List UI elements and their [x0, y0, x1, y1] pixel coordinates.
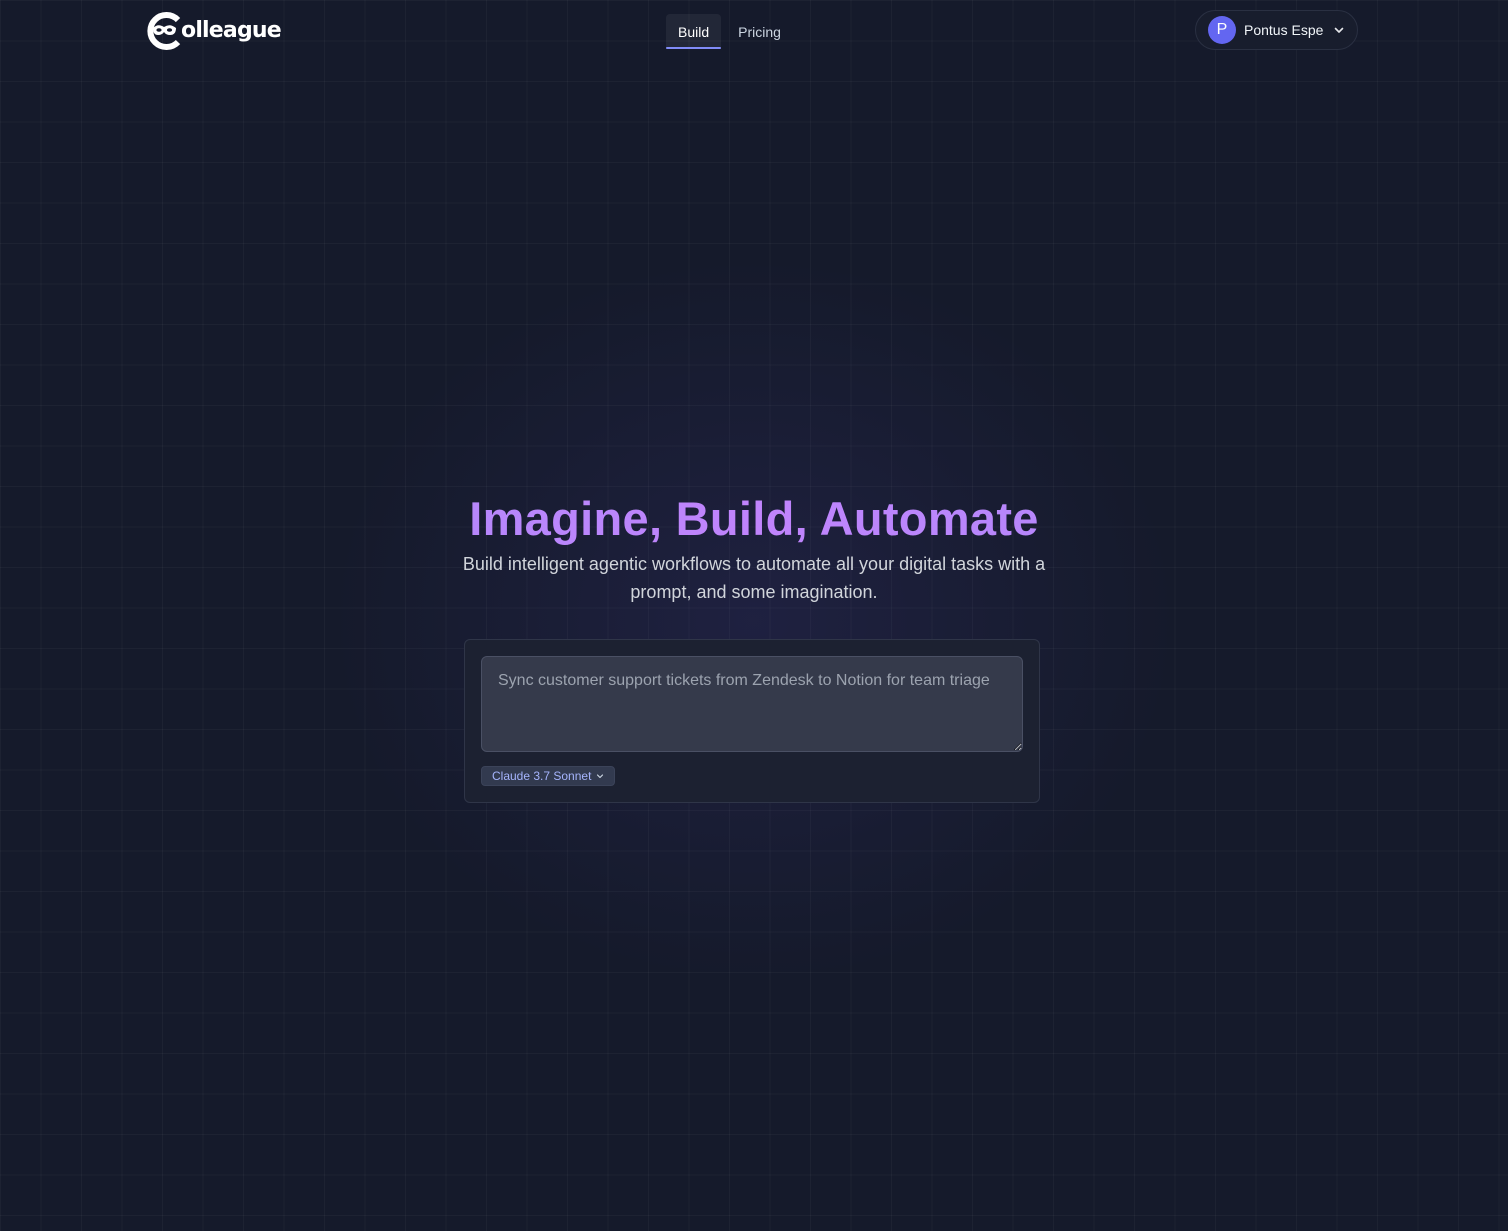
avatar: P — [1208, 16, 1236, 44]
hero-section: Imagine, Build, Automate Build intellige… — [0, 488, 1508, 606]
prompt-card: Claude 3.7 Sonnet — [464, 639, 1040, 803]
model-select-button[interactable]: Claude 3.7 Sonnet — [481, 766, 616, 786]
user-name: Pontus Espe — [1244, 22, 1324, 38]
top-header: olleague Build Pricing P Pontus Espe — [0, 0, 1508, 62]
tab-build[interactable]: Build — [666, 14, 722, 49]
model-select-label: Claude 3.7 Sonnet — [492, 769, 592, 783]
user-menu-button[interactable]: P Pontus Espe — [1195, 10, 1358, 50]
chevron-down-icon — [1335, 27, 1344, 33]
workflow-prompt-input[interactable] — [481, 656, 1023, 752]
page-title: Imagine, Build, Automate — [0, 488, 1508, 550]
chevron-down-icon — [597, 774, 604, 779]
colleague-logo[interactable]: olleague — [145, 10, 282, 52]
main-nav: Build Pricing — [666, 14, 793, 49]
tab-pricing[interactable]: Pricing — [726, 14, 793, 49]
colleague-logo-icon — [147, 12, 181, 50]
hero-subtitle: Build intelligent agentic workflows to a… — [462, 554, 1046, 602]
logo-wordmark: olleague — [181, 18, 282, 43]
